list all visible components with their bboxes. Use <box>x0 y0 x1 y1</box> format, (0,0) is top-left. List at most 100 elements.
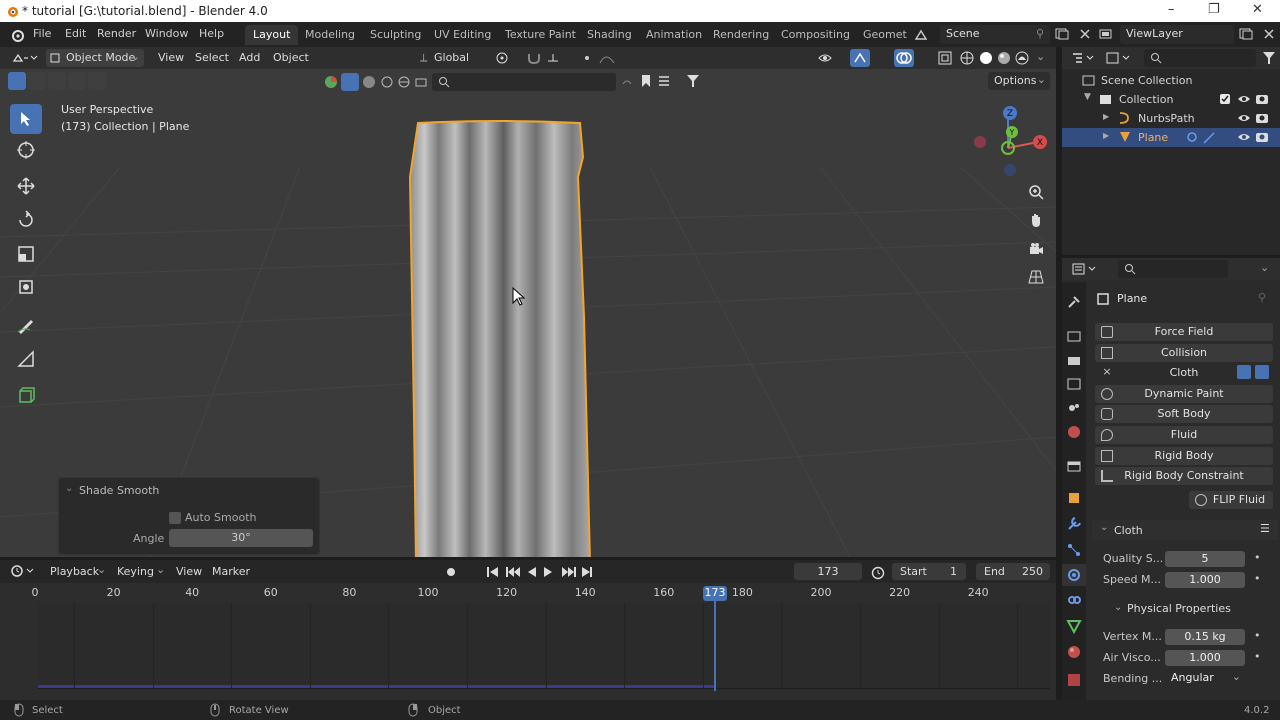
chevron-down-icon[interactable]: ⌄ <box>1260 261 1269 274</box>
select-tool-button[interactable] <box>10 104 42 134</box>
camera-view-button[interactable] <box>1024 237 1048 261</box>
output-tab-icon[interactable] <box>1066 352 1082 368</box>
minimize-button[interactable]: – <box>1168 2 1175 17</box>
filter-world-icon[interactable] <box>397 75 411 89</box>
cloth-button[interactable]: × Cloth <box>1095 364 1273 382</box>
vertex-mass-field[interactable]: 0.15 kg <box>1165 629 1245 645</box>
new-scene-icon[interactable] <box>1054 27 1070 41</box>
new-view-layer-icon[interactable] <box>1238 27 1254 41</box>
angle-field[interactable]: 30° <box>169 529 313 547</box>
texture-tab-icon[interactable] <box>1066 672 1082 688</box>
menu-window[interactable]: Window <box>145 27 188 40</box>
blender-menu-icon[interactable] <box>10 28 24 42</box>
shading-options-chevron-icon[interactable]: ⌄ <box>1036 50 1045 63</box>
bending-model-dropdown[interactable]: Angular ⌄ <box>1165 670 1245 686</box>
perspective-toggle-button[interactable] <box>1024 265 1048 289</box>
auto-smooth-checkbox[interactable] <box>169 512 181 524</box>
close-button[interactable]: ✕ <box>1252 2 1263 17</box>
sort-icon[interactable] <box>657 74 677 88</box>
solid-shading-icon[interactable] <box>979 51 993 65</box>
select-invert-button[interactable] <box>68 72 86 90</box>
eye-icon[interactable] <box>1237 112 1251 124</box>
tab-uv-editing[interactable]: UV Editing <box>426 25 499 45</box>
expand-chevron-icon[interactable]: ▼ <box>1084 92 1091 102</box>
start-frame-field[interactable]: Start 1 <box>892 563 966 580</box>
operator-title[interactable]: Shade Smooth <box>79 484 159 497</box>
snap-icon[interactable] <box>526 51 542 65</box>
annotate-tool-button[interactable] <box>10 310 42 340</box>
cloth-plane-object[interactable] <box>400 117 610 557</box>
scene-selector[interactable]: Scene ⚲ <box>940 25 1050 44</box>
lock-view-icon[interactable] <box>620 75 634 89</box>
tab-rendering[interactable]: Rendering <box>705 25 777 45</box>
bookmark-icon[interactable] <box>640 74 652 88</box>
object-tab-icon[interactable] <box>1066 490 1082 506</box>
zoom-button[interactable] <box>1024 180 1048 204</box>
outliner-row-collection[interactable]: ▼ Collection <box>1062 90 1280 109</box>
display-mode-icon[interactable] <box>1106 51 1132 65</box>
rigid-body-constraint-button[interactable]: Rigid Body Constraint <box>1095 467 1273 485</box>
falloff-icon[interactable] <box>598 51 616 65</box>
panel-menu-icon[interactable]: ☰ <box>1260 522 1270 535</box>
pin-icon[interactable]: ⚲ <box>1036 27 1044 40</box>
physical-properties-title[interactable]: Physical Properties <box>1127 602 1231 615</box>
options-dropdown[interactable]: Options ⌄ <box>988 72 1050 90</box>
delete-view-layer-icon[interactable] <box>1262 27 1276 41</box>
modifier-wrench-icon[interactable] <box>1186 131 1200 144</box>
expand-chevron-icon[interactable]: ▶ <box>1103 112 1109 121</box>
scene-icon[interactable] <box>914 28 928 42</box>
quality-field[interactable]: 5 <box>1165 551 1245 567</box>
tab-texture-paint[interactable]: Texture Paint <box>497 25 584 45</box>
xray-toggle-icon[interactable] <box>938 51 952 65</box>
playhead-line[interactable] <box>714 601 716 691</box>
rendered-shading-icon[interactable] <box>1015 51 1029 65</box>
menu-help[interactable]: Help <box>199 27 224 40</box>
outliner-row-nurbspath[interactable]: ▶ NurbsPath <box>1062 109 1280 128</box>
cloth-panel-header[interactable]: ⌄ Cloth ☰ <box>1092 520 1278 540</box>
timeline-menu-view[interactable]: View <box>176 565 202 578</box>
viewport-menu-add[interactable]: Add <box>239 51 260 64</box>
gizmo-toggle-button[interactable] <box>850 49 870 67</box>
camera-render-icon[interactable] <box>1255 111 1269 124</box>
rotate-tool-button[interactable] <box>10 205 42 235</box>
material-shading-icon[interactable] <box>997 51 1011 65</box>
record-button-icon[interactable] <box>444 565 458 579</box>
viewport-menu-view[interactable]: View <box>158 51 184 64</box>
eye-icon[interactable] <box>1237 93 1251 105</box>
select-extend-button[interactable] <box>28 72 46 90</box>
particles-tab-icon[interactable] <box>1066 542 1082 558</box>
keyframe-dot-icon[interactable]: • <box>1254 572 1261 585</box>
outliner-filter-icon[interactable] <box>1262 51 1276 65</box>
keyframe-dot-icon[interactable]: • <box>1254 650 1261 663</box>
viewport-menu-object[interactable]: Object <box>273 51 309 64</box>
tool-tab-icon[interactable] <box>1066 294 1082 310</box>
3d-viewport[interactable]: Object Mode ⌄ View Select Add Object ⟂ G… <box>0 47 1056 557</box>
checkbox-checked-icon[interactable] <box>1219 93 1231 105</box>
outliner-row-scene-collection[interactable]: Scene Collection <box>1062 71 1280 90</box>
physics-tab-active[interactable] <box>1062 564 1086 586</box>
menu-render[interactable]: Render <box>97 27 136 40</box>
flip-fluid-button[interactable]: FLIP Fluid <box>1189 491 1273 509</box>
visibility-icon[interactable] <box>818 51 842 65</box>
tab-shading[interactable]: Shading <box>579 25 640 45</box>
filter-light-icon[interactable] <box>380 75 394 89</box>
filter-sphere-icon[interactable] <box>362 75 376 89</box>
playhead-frame-indicator[interactable]: 173 <box>703 586 727 601</box>
view-layer-tab-icon[interactable] <box>1066 376 1082 392</box>
keyframe-dot-icon[interactable]: • <box>1254 629 1261 642</box>
material-tab-icon[interactable] <box>1066 644 1082 660</box>
outliner-editor-icon[interactable] <box>1072 52 1094 64</box>
cloth-render-toggle[interactable] <box>1255 365 1269 379</box>
expand-chevron-icon[interactable]: ▶ <box>1103 131 1109 140</box>
measure-tool-button[interactable] <box>10 344 42 374</box>
filter-icon[interactable] <box>686 74 710 88</box>
menu-file[interactable]: File <box>33 27 51 40</box>
select-new-button[interactable] <box>8 72 26 90</box>
tab-sculpting[interactable]: Sculpting <box>362 25 429 45</box>
overlays-toggle-button[interactable] <box>894 49 914 67</box>
timeline-menu-playback[interactable]: Playback <box>50 565 99 578</box>
tab-geometry[interactable]: Geomet <box>855 25 915 45</box>
tab-animation[interactable]: Animation <box>638 25 710 45</box>
physics-icon[interactable] <box>1202 131 1216 144</box>
timeline-editor-icon[interactable] <box>10 564 36 578</box>
